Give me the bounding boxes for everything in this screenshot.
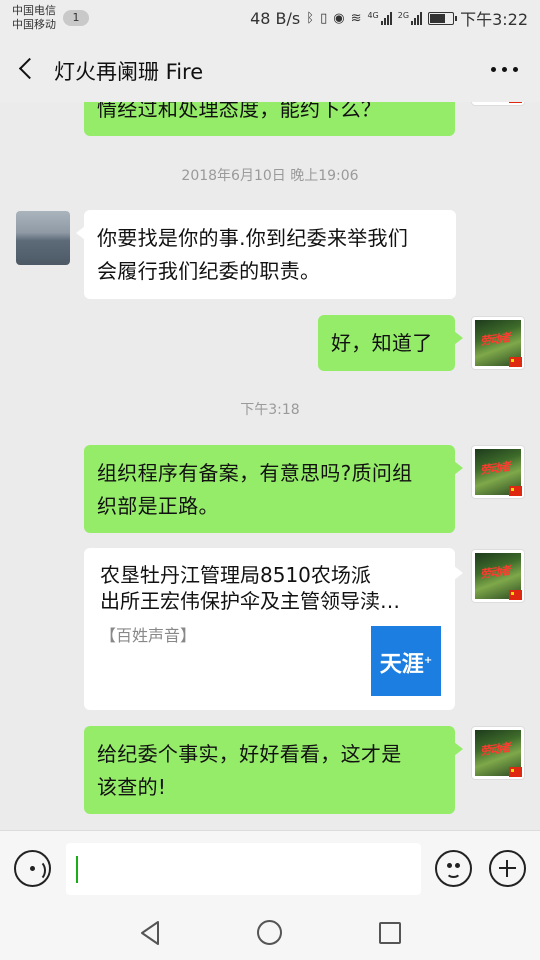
status-bar: 中国电信 中国移动 1 48 B/s ᛒ ▯ ◉ ≋ 4G 2G 下午3:22: [0, 0, 540, 36]
message-text-line-2: 会履行我们纪委的职责。: [97, 259, 321, 283]
message-text-line-2: 织部是正路。: [97, 494, 219, 518]
more-icon[interactable]: [491, 67, 518, 72]
avatar-me[interactable]: 劳动者: [471, 549, 525, 603]
clock: 下午3:22: [460, 10, 528, 29]
carrier-2: 中国移动: [12, 18, 56, 31]
text-caret: [76, 856, 78, 883]
nav-back-icon[interactable]: [138, 920, 164, 946]
thumbnail-text: 天涯: [379, 652, 424, 678]
message-bubble-me[interactable]: 给纪委个事实，好好看看，这才是 该查的!: [84, 726, 463, 814]
back-icon[interactable]: [10, 52, 44, 86]
battery-icon: [428, 11, 458, 25]
link-card-thumbnail: 天涯+: [371, 626, 441, 696]
avatar-me[interactable]: 劳动者: [471, 445, 525, 499]
chat-title: 灯火再阑珊 Fire: [54, 60, 204, 84]
message-bubble-other[interactable]: 你要找是你的事.你到纪委来举我们 会履行我们纪委的职责。: [76, 210, 456, 299]
flag-icon: [509, 357, 522, 367]
carrier-1: 中国电信: [12, 4, 56, 17]
signal-2-label: 2G: [397, 11, 410, 20]
eye-icon: ◉: [333, 10, 345, 26]
message-bubble-me[interactable]: 组织程序有备案，有意思吗?质问组 织部是正路。: [84, 445, 463, 533]
signal-1-label: 4G: [367, 11, 379, 20]
notification-badge: 1: [63, 10, 89, 26]
message-text-line-2: 该查的!: [97, 775, 167, 799]
message-text-line-1: 给纪委个事实，好好看看，这才是: [97, 742, 402, 766]
link-card-title-line-1: 农垦牡丹江管理局8510农场派: [100, 563, 371, 587]
emoji-icon[interactable]: [435, 850, 472, 887]
message-text-line-1: 你要找是你的事.你到纪委来举我们: [97, 226, 409, 250]
message-input[interactable]: [66, 843, 421, 895]
avatar-me[interactable]: 劳动者: [471, 316, 525, 370]
network-speed: 48 B/s: [250, 8, 301, 28]
carrier-labels: 中国电信 中国移动: [12, 4, 56, 32]
message-timestamp: 下午3:18: [240, 402, 300, 418]
flag-icon: [509, 486, 522, 496]
avatar-me[interactable]: 劳动者: [471, 102, 525, 106]
avatar-other[interactable]: [16, 211, 70, 265]
link-card-source: 【百姓声音】: [100, 626, 197, 645]
message-list[interactable]: 情经过和处理态度，能约下么？ 劳动者 2018年6月10日 晚上19:06 你要…: [0, 102, 540, 830]
status-icons: 48 B/s ᛒ ▯ ◉ ≋ 4G 2G 下午3:22: [250, 8, 528, 30]
message-bubble-me[interactable]: 情经过和处理态度，能约下么？: [84, 102, 455, 136]
message-bubble-me[interactable]: 好，知道了: [318, 315, 463, 371]
chat-header: 灯火再阑珊 Fire: [0, 36, 540, 102]
bluetooth-icon: ᛒ: [306, 10, 315, 26]
message-text: 好，知道了: [331, 331, 433, 355]
wifi-icon: ≋: [350, 10, 362, 26]
signal-1-icon: 4G: [367, 11, 392, 25]
flag-icon: [509, 767, 522, 777]
input-bar: [0, 830, 540, 906]
plus-icon[interactable]: [489, 850, 526, 887]
flag-icon: [509, 102, 522, 103]
link-card[interactable]: 农垦牡丹江管理局8510农场派 出所王宏伟保护伞及主管领导渎… 【百姓声音】 天…: [84, 548, 463, 710]
voice-icon[interactable]: [14, 850, 51, 887]
system-navigation-bar: [0, 906, 540, 960]
link-card-title-line-2: 出所王宏伟保护伞及主管领导渎…: [100, 589, 400, 613]
message-text: 情经过和处理态度，能约下么？: [97, 102, 382, 121]
message-timestamp: 2018年6月10日 晚上19:06: [181, 168, 359, 184]
flag-icon: [509, 590, 522, 600]
link-card-title: 农垦牡丹江管理局8510农场派 出所王宏伟保护伞及主管领导渎…: [100, 562, 440, 614]
vibrate-icon: ▯: [320, 10, 328, 26]
avatar-me[interactable]: 劳动者: [471, 726, 525, 780]
battery-fill: [430, 13, 446, 23]
message-text-line-1: 组织程序有备案，有意思吗?质问组: [97, 461, 413, 485]
nav-home-icon[interactable]: [257, 920, 282, 945]
nav-recent-icon[interactable]: [379, 922, 401, 944]
signal-2-icon: 2G: [397, 11, 423, 25]
